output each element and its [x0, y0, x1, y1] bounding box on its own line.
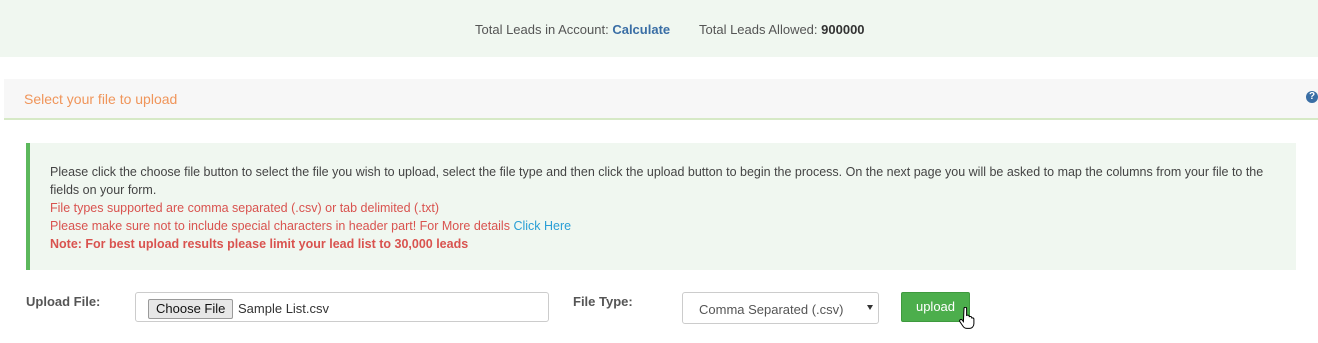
file-type-label: File Type:: [573, 294, 633, 309]
limit-note: Note: For best upload results please lim…: [50, 237, 469, 251]
header-warning-text: Please make sure not to include special …: [50, 219, 510, 233]
click-here-link[interactable]: Click Here: [513, 219, 571, 233]
total-allowed-summary: Total Leads Allowed: 900000: [699, 22, 865, 37]
total-leads-summary: Total Leads in Account: Calculate: [475, 22, 670, 37]
caret-down-icon: [867, 305, 873, 310]
total-allowed-label: Total Leads Allowed:: [699, 22, 818, 37]
selected-file-name: Sample List.csv: [238, 301, 330, 316]
file-input[interactable]: Choose File Sample List.csv: [135, 292, 549, 322]
instructions-box: Please click the choose file button to s…: [26, 143, 1296, 270]
file-type-select[interactable]: Comma Separated (.csv): [682, 292, 879, 324]
total-leads-label: Total Leads in Account:: [475, 22, 609, 37]
file-type-selected: Comma Separated (.csv): [699, 302, 844, 317]
hand-pointer-icon: [959, 307, 975, 329]
upload-panel: Select your file to upload ? Please clic…: [4, 79, 1318, 343]
header-warning: Please make sure not to include special …: [50, 217, 1276, 235]
instructions-text: Please click the choose file button to s…: [50, 165, 1264, 197]
panel-title: Select your file to upload: [24, 91, 178, 107]
choose-file-button[interactable]: Choose File: [148, 299, 234, 319]
supported-types-text: File types supported are comma separated…: [50, 201, 440, 215]
leads-summary-bar: Total Leads in Account: Calculate Total …: [0, 0, 1318, 57]
upload-file-label: Upload File:: [26, 294, 101, 309]
calculate-link[interactable]: Calculate: [612, 22, 670, 37]
total-allowed-value: 900000: [821, 22, 865, 37]
panel-heading: Select your file to upload ?: [4, 79, 1318, 120]
question-circle-icon[interactable]: ?: [1306, 91, 1318, 103]
